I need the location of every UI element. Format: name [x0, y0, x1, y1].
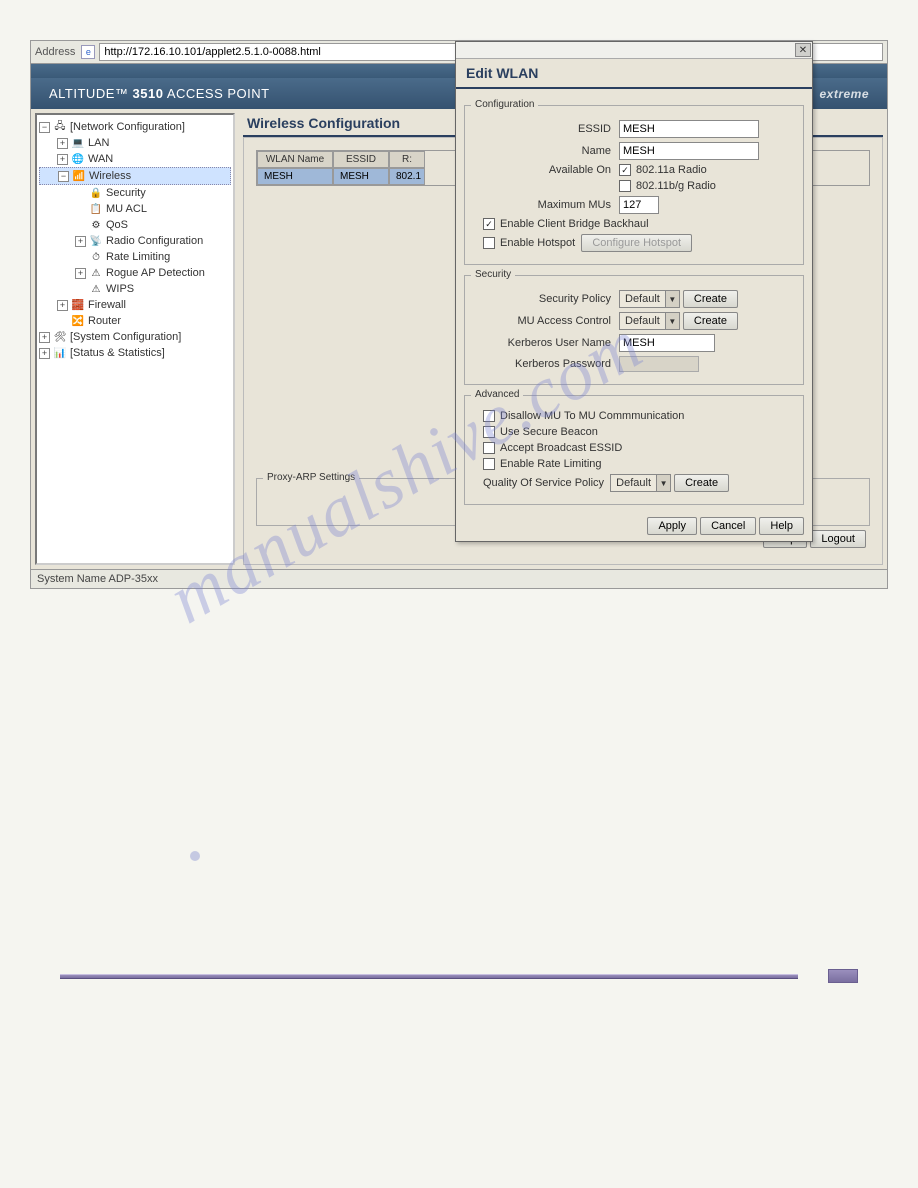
network-icon: 🖧: [53, 120, 67, 134]
tree-wips[interactable]: ⚠WIPS: [39, 281, 231, 297]
tree-rate-limiting[interactable]: ⏱Rate Limiting: [39, 249, 231, 265]
brand-text-2: 3510: [133, 86, 164, 101]
radio-a-checkbox[interactable]: ✓: [619, 164, 631, 176]
address-label: Address: [35, 46, 75, 58]
brand-text-3: ACCESS POINT: [163, 86, 269, 101]
security-fieldset: Security Security PolicyDefault▼ Create …: [464, 275, 804, 385]
client-bridge-checkbox[interactable]: ✓: [483, 218, 495, 230]
brand-text-1: ALTITUDE™: [49, 86, 133, 101]
tree-radio-config[interactable]: +📡Radio Configuration: [39, 233, 231, 249]
kerberos-user-input[interactable]: [619, 334, 715, 352]
tree-qos[interactable]: ⚙QoS: [39, 217, 231, 233]
chevron-down-icon: ▼: [656, 475, 670, 491]
mu-acl-select[interactable]: Default▼: [619, 312, 680, 330]
tree-router[interactable]: 🔀Router: [39, 313, 231, 329]
config-legend: Configuration: [471, 99, 538, 110]
router-icon: 🔀: [71, 314, 85, 328]
extreme-logo: extreme: [819, 87, 869, 101]
col-radio: R:: [389, 151, 425, 168]
mu-acl-create-button[interactable]: Create: [683, 312, 738, 330]
edit-wlan-dialog: ✕ Edit WLAN Configuration ESSID Name Ava…: [455, 41, 813, 542]
essid-label: ESSID: [473, 123, 611, 135]
tree-wireless[interactable]: −📶Wireless: [39, 167, 231, 185]
radio-a-label: 802.11a Radio: [636, 164, 707, 176]
mu-acl-label: MU Access Control: [473, 315, 611, 327]
close-button[interactable]: ✕: [795, 43, 811, 57]
wireless-icon: 📶: [72, 169, 86, 183]
name-input[interactable]: [619, 142, 759, 160]
max-mu-label: Maximum MUs: [473, 199, 611, 211]
radio-bg-checkbox[interactable]: [619, 180, 631, 192]
security-policy-label: Security Policy: [473, 293, 611, 305]
secure-beacon-label: Use Secure Beacon: [500, 426, 598, 438]
cancel-button[interactable]: Cancel: [700, 517, 756, 535]
kerberos-pwd-label: Kerberos Password: [473, 358, 611, 370]
configure-hotspot-button[interactable]: Configure Hotspot: [581, 234, 692, 252]
rate-limiting-label: Enable Rate Limiting: [500, 458, 602, 470]
firewall-icon: 🧱: [71, 298, 85, 312]
disallow-mu-label: Disallow MU To MU Commmunication: [500, 410, 684, 422]
essid-input[interactable]: [619, 120, 759, 138]
qos-icon: ⚙: [89, 218, 103, 232]
wan-icon: 🌐: [71, 152, 85, 166]
hotspot-label: Enable Hotspot: [500, 237, 575, 249]
footer-rule: [60, 969, 858, 983]
kerberos-user-label: Kerberos User Name: [473, 337, 611, 349]
client-bridge-label: Enable Client Bridge Backhaul: [500, 218, 649, 230]
nav-tree: −🖧[Network Configuration] +💻LAN +🌐WAN −📶…: [35, 113, 235, 565]
tree-system-config[interactable]: +🛠[System Configuration]: [39, 329, 231, 345]
rogue-icon: ⚠: [89, 266, 103, 280]
tree-security[interactable]: 🔒Security: [39, 185, 231, 201]
radio-bg-label: 802.11b/g Radio: [636, 180, 716, 192]
max-mu-input[interactable]: [619, 196, 659, 214]
kerberos-pwd-input[interactable]: [619, 356, 699, 372]
chevron-down-icon: ▼: [665, 291, 679, 307]
tree-network-config[interactable]: −🖧[Network Configuration]: [39, 119, 231, 135]
secure-beacon-checkbox[interactable]: [483, 426, 495, 438]
advanced-legend: Advanced: [471, 389, 523, 400]
dialog-title: Edit WLAN: [456, 59, 812, 89]
available-on-label: Available On: [473, 164, 611, 176]
broadcast-essid-checkbox[interactable]: [483, 442, 495, 454]
tree-lan[interactable]: +💻LAN: [39, 135, 231, 151]
tree-mu-acl[interactable]: 📋MU ACL: [39, 201, 231, 217]
config-fieldset: Configuration ESSID Name Available On✓80…: [464, 105, 804, 265]
wips-icon: ⚠: [89, 282, 103, 296]
apply-button[interactable]: Apply: [647, 517, 697, 535]
logout-button[interactable]: Logout: [810, 530, 866, 548]
qos-policy-label: Quality Of Service Policy: [483, 477, 604, 489]
security-icon: 🔒: [89, 186, 103, 200]
tree-status[interactable]: +📊[Status & Statistics]: [39, 345, 231, 361]
page-icon: e: [81, 45, 95, 59]
broadcast-essid-label: Accept Broadcast ESSID: [500, 442, 622, 454]
tree-wan[interactable]: +🌐WAN: [39, 151, 231, 167]
rate-icon: ⏱: [89, 250, 103, 264]
proxy-arp-legend: Proxy-ARP Settings: [263, 472, 359, 483]
status-bar: System Name ADP-35xx: [31, 569, 887, 588]
dialog-help-button[interactable]: Help: [759, 517, 804, 535]
rate-limiting-checkbox[interactable]: [483, 458, 495, 470]
qos-policy-select[interactable]: Default▼: [610, 474, 671, 492]
advanced-fieldset: Advanced Disallow MU To MU Commmunicatio…: [464, 395, 804, 505]
security-policy-select[interactable]: Default▼: [619, 290, 680, 308]
watermark-dot: [190, 851, 200, 861]
lan-icon: 💻: [71, 136, 85, 150]
chevron-down-icon: ▼: [665, 313, 679, 329]
sysconfig-icon: 🛠: [53, 330, 67, 344]
hotspot-checkbox[interactable]: [483, 237, 495, 249]
security-legend: Security: [471, 269, 515, 280]
tree-rogue-ap[interactable]: +⚠Rogue AP Detection: [39, 265, 231, 281]
col-essid: ESSID: [333, 151, 389, 168]
col-wlan-name: WLAN Name: [257, 151, 333, 168]
disallow-mu-checkbox[interactable]: [483, 410, 495, 422]
name-label: Name: [473, 145, 611, 157]
tree-firewall[interactable]: +🧱Firewall: [39, 297, 231, 313]
status-icon: 📊: [53, 346, 67, 360]
muacl-icon: 📋: [89, 202, 103, 216]
radio-icon: 📡: [89, 234, 103, 248]
qos-create-button[interactable]: Create: [674, 474, 729, 492]
security-policy-create-button[interactable]: Create: [683, 290, 738, 308]
